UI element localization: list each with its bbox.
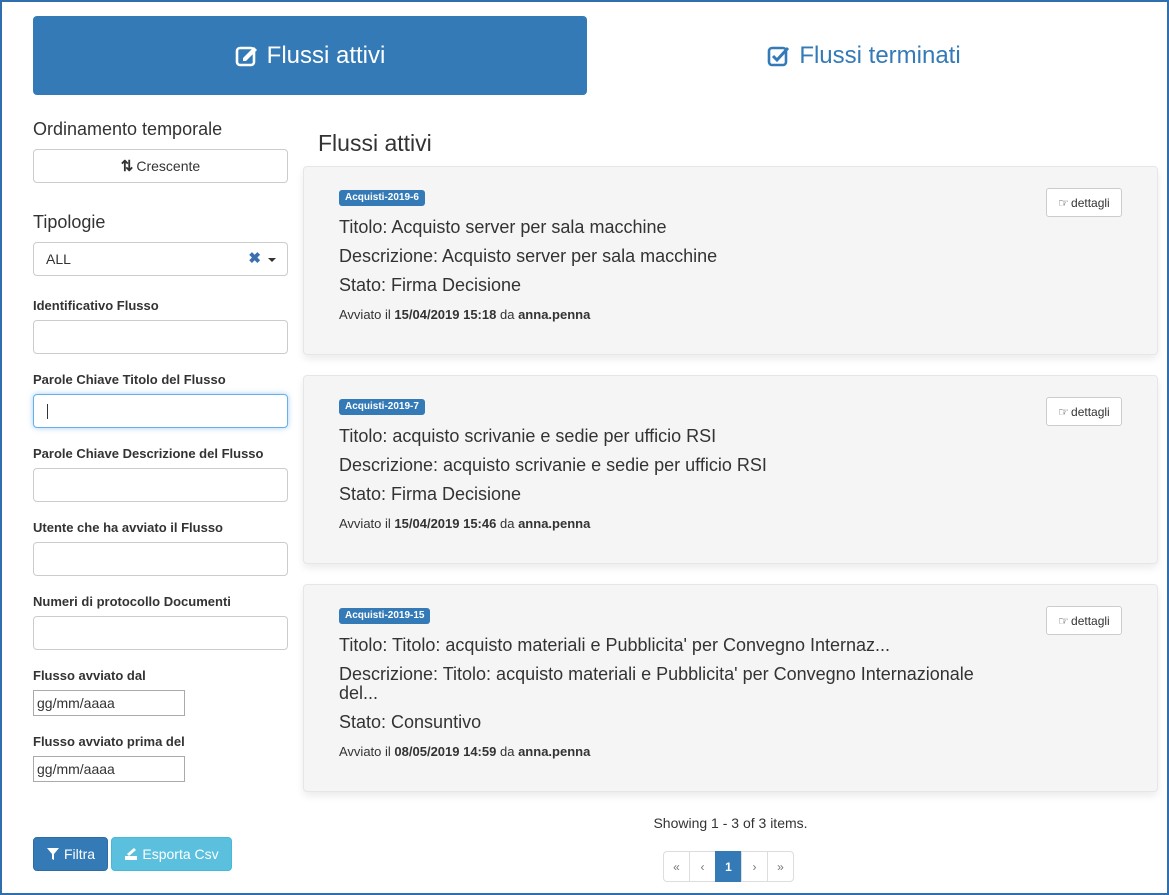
sort-arrows-icon: ⇅ <box>120 158 134 175</box>
flow-description-continued: del... <box>339 683 379 703</box>
details-button-label: dettagli <box>1071 195 1110 210</box>
started-date: 15/04/2019 15:46 <box>394 516 497 531</box>
flow-started-info: Avviato il 15/04/2019 15:18 da anna.penn… <box>339 307 590 322</box>
flow-title: Titolo: Acquisto server per sala macchin… <box>339 217 667 237</box>
filter-button-label: Filtra <box>63 846 96 862</box>
started-date: 15/04/2019 15:18 <box>394 307 497 322</box>
export-csv-button[interactable]: Esporta Csv <box>111 837 232 871</box>
tab-label: Flussi terminati <box>799 41 961 69</box>
started-before-date-input[interactable]: gg/mm/aaaa <box>33 756 185 782</box>
edit-check-icon <box>235 46 257 66</box>
text-cursor <box>47 404 48 419</box>
details-button[interactable]: ☞ dettagli <box>1046 397 1122 426</box>
sort-button-label: Crescente <box>136 158 201 174</box>
pager-page-1[interactable]: 1 <box>715 851 742 882</box>
flow-description: Descrizione: acquisto scrivanie e sedie … <box>339 455 767 475</box>
protocol-label: Numeri di protocollo Documenti <box>33 594 231 609</box>
export-icon <box>125 848 138 860</box>
id-label: Identificativo Flusso <box>33 298 159 313</box>
flow-card: Acquisti-2019-15 Titolo: Titolo: acquist… <box>303 584 1158 792</box>
started-prefix: Avviato il <box>339 744 391 759</box>
flow-started-info: Avviato il 15/04/2019 15:46 da anna.penn… <box>339 516 590 531</box>
flow-title: Titolo: Titolo: acquisto materiali e Pub… <box>339 635 891 655</box>
details-button[interactable]: ☞ dettagli <box>1046 606 1122 635</box>
filter-button[interactable]: Filtra <box>33 837 108 871</box>
page-title: Flussi attivi <box>318 130 432 156</box>
types-select[interactable]: ALL ✖ <box>33 242 288 276</box>
description-keywords-label: Parole Chiave Descrizione del Flusso <box>33 446 264 461</box>
started-user: anna.penna <box>518 744 591 759</box>
flow-title: Titolo: acquisto scrivanie e sedie per u… <box>339 426 717 446</box>
details-button-label: dettagli <box>1071 613 1110 628</box>
id-input[interactable] <box>33 320 288 354</box>
types-select-value: ALL <box>46 251 71 267</box>
title-keywords-label: Parole Chiave Titolo del Flusso <box>33 372 226 387</box>
caret-down-icon[interactable] <box>268 258 276 262</box>
flow-id-badge: Acquisti-2019-6 <box>339 190 425 206</box>
pointing-hand-icon: ☞ <box>1058 195 1070 210</box>
sort-order-button[interactable]: ⇅ Crescente <box>33 149 288 183</box>
description-keywords-input[interactable] <box>33 468 288 502</box>
pointing-hand-icon: ☞ <box>1058 613 1070 628</box>
details-button-label: dettagli <box>1071 404 1110 419</box>
pager-next[interactable]: › <box>741 851 768 882</box>
protocol-input[interactable] <box>33 616 288 650</box>
pager-first[interactable]: « <box>663 851 690 882</box>
title-keywords-input[interactable] <box>33 394 288 428</box>
pager-last[interactable]: » <box>767 851 794 882</box>
started-by: da <box>499 516 515 531</box>
started-from-date-input[interactable]: gg/mm/aaaa <box>33 690 185 716</box>
flow-state: Stato: Firma Decisione <box>339 275 522 295</box>
clear-icon[interactable]: ✖ <box>248 249 261 267</box>
filter-icon <box>46 848 59 860</box>
details-button[interactable]: ☞ dettagli <box>1046 188 1122 217</box>
export-button-label: Esporta Csv <box>142 846 219 862</box>
user-label: Utente che ha avviato il Flusso <box>33 520 223 535</box>
started-date: 08/05/2019 14:59 <box>394 744 497 759</box>
started-from-label: Flusso avviato dal <box>33 668 146 683</box>
tab-flussi-terminati[interactable]: Flussi terminati <box>587 16 1141 95</box>
started-prefix: Avviato il <box>339 307 391 322</box>
flow-state: Stato: Firma Decisione <box>339 484 522 504</box>
started-prefix: Avviato il <box>339 516 391 531</box>
flow-id-badge: Acquisti-2019-7 <box>339 399 425 415</box>
pagination-summary: Showing 1 - 3 of 3 items. <box>653 815 808 831</box>
types-label: Tipologie <box>33 212 106 232</box>
flow-card: Acquisti-2019-6 Titolo: Acquisto server … <box>303 166 1158 355</box>
flow-description: Descrizione: Acquisto server per sala ma… <box>339 246 718 266</box>
tab-flussi-attivi[interactable]: Flussi attivi <box>33 16 587 95</box>
user-input[interactable] <box>33 542 288 576</box>
checkbox-icon <box>768 46 790 66</box>
pagination: « ‹ 1 › » <box>663 851 794 882</box>
sort-label: Ordinamento temporale <box>33 119 223 139</box>
started-before-label: Flusso avviato prima del <box>33 734 185 749</box>
started-user: anna.penna <box>518 516 591 531</box>
tab-label: Flussi attivi <box>266 41 386 69</box>
started-by: da <box>499 307 515 322</box>
flow-state: Stato: Consuntivo <box>339 712 482 732</box>
started-by: da <box>499 744 515 759</box>
flow-description: Descrizione: Titolo: acquisto materiali … <box>339 664 974 684</box>
pager-prev[interactable]: ‹ <box>689 851 716 882</box>
started-user: anna.penna <box>518 307 591 322</box>
flow-id-badge: Acquisti-2019-15 <box>339 608 431 624</box>
flow-started-info: Avviato il 08/05/2019 14:59 da anna.penn… <box>339 744 590 759</box>
flow-card: Acquisti-2019-7 Titolo: acquisto scrivan… <box>303 375 1158 564</box>
pointing-hand-icon: ☞ <box>1058 404 1070 419</box>
